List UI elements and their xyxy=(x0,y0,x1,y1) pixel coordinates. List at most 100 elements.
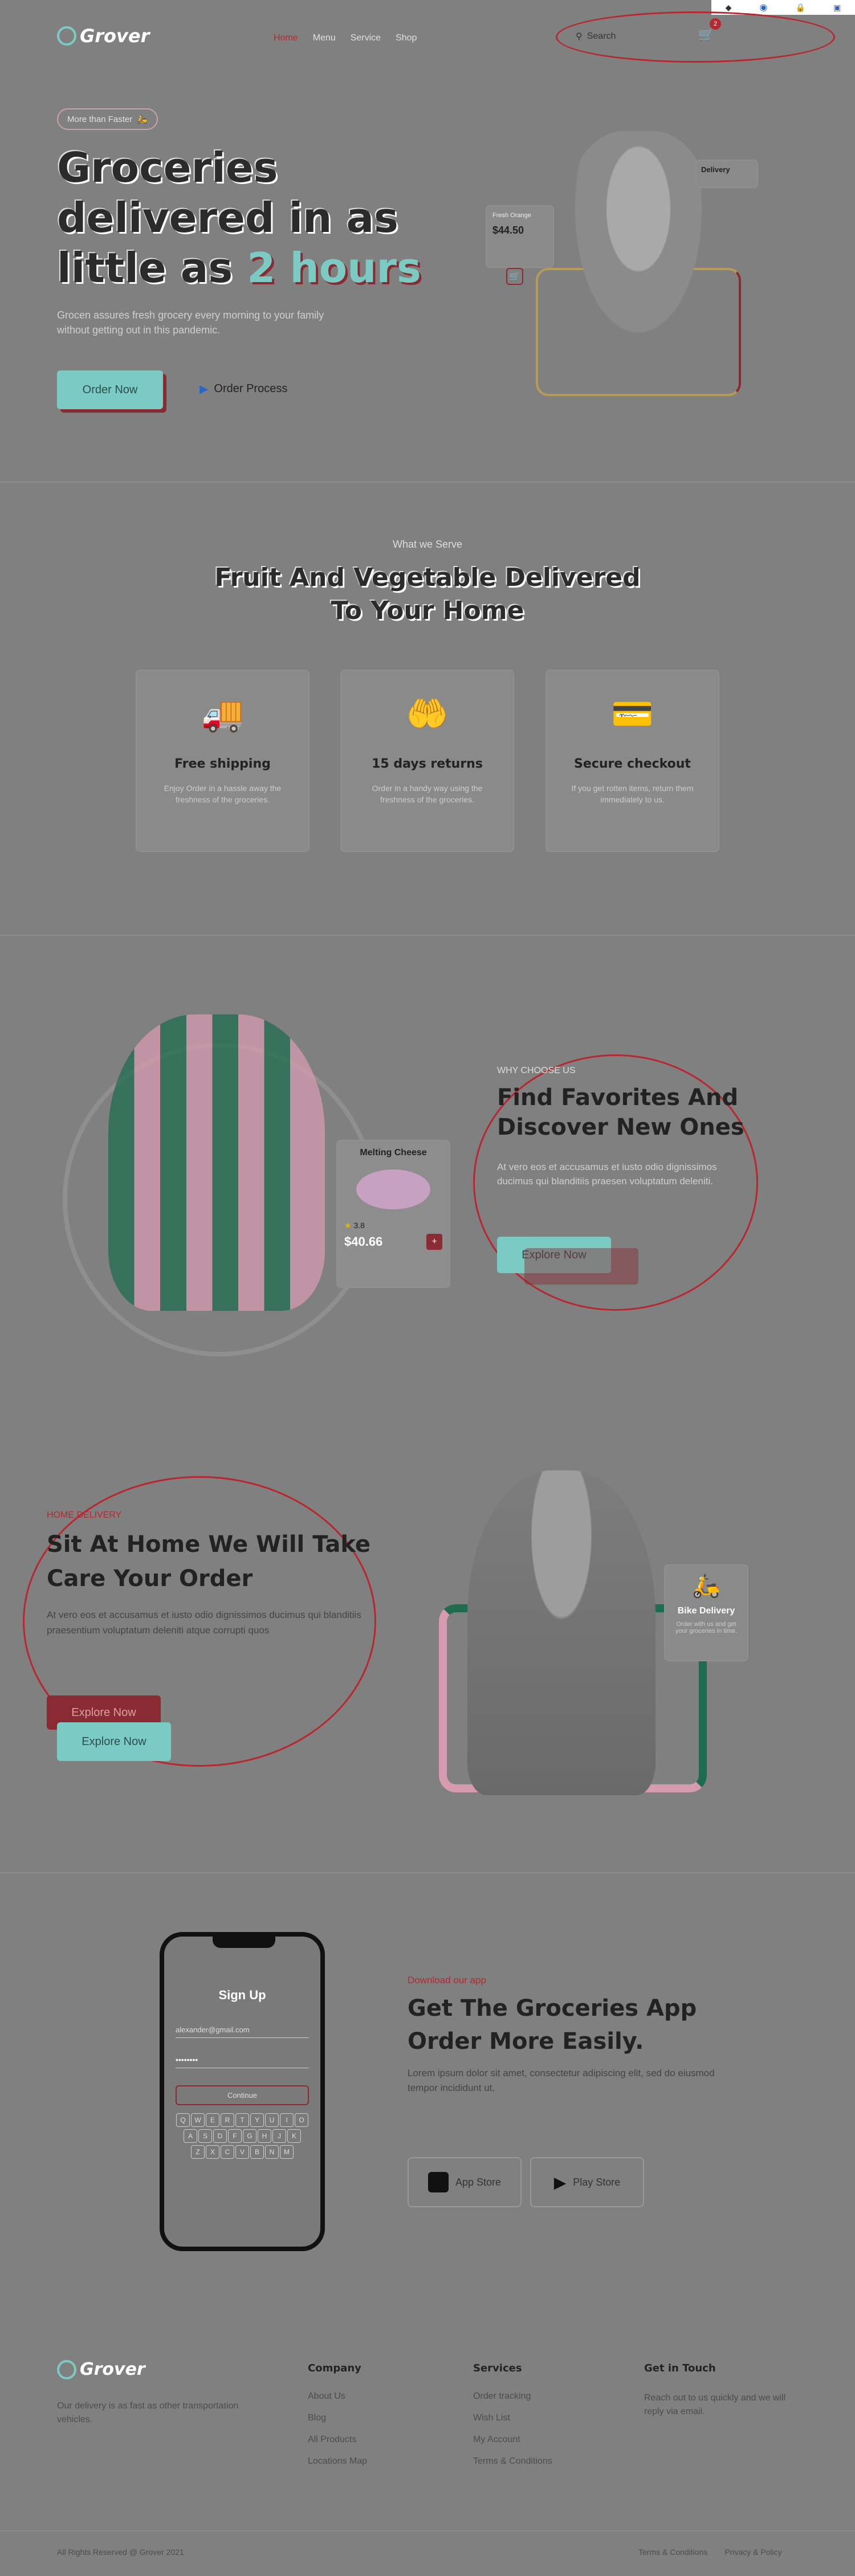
add-to-cart-icon[interactable]: + xyxy=(426,1234,442,1250)
keyboard-row: QWERTYUIO xyxy=(176,2113,309,2127)
footer-link[interactable]: Locations Map xyxy=(308,2456,367,2467)
play-icon: ▶ xyxy=(199,383,209,396)
footer-logo[interactable]: Grover xyxy=(57,2359,145,2379)
delivery-title-line1: Sit At Home We Will Take xyxy=(47,1531,370,1558)
hero-chef-image xyxy=(564,131,712,353)
services-title-line2: To Your Home xyxy=(331,596,524,625)
divider xyxy=(0,1872,855,1873)
divider xyxy=(0,935,855,936)
key[interactable]: J xyxy=(272,2129,286,2143)
key[interactable]: N xyxy=(265,2145,279,2159)
key[interactable]: I xyxy=(280,2113,294,2127)
product-card-title: Fresh Orange xyxy=(492,212,531,219)
footer-col-title: Get in Touch xyxy=(644,2362,716,2374)
footer-link[interactable]: About Us xyxy=(308,2391,367,2402)
nav-home[interactable]: Home xyxy=(274,33,298,43)
hero-title-line2: delivered in as xyxy=(57,194,398,242)
star-icon: ★ xyxy=(344,1221,352,1230)
app-store-button[interactable]: App Store xyxy=(408,2157,522,2207)
footer-link[interactable]: Order tracking xyxy=(473,2391,552,2402)
footer-link[interactable]: Wish List xyxy=(473,2413,552,2423)
service-desc: If you get rotten items, return them imm… xyxy=(571,784,694,804)
key[interactable]: D xyxy=(213,2129,227,2143)
delivery-title-line2: Care Your Order xyxy=(47,1566,253,1592)
hero-badge: More than Faster 🛵 xyxy=(57,108,158,130)
delivery-eyebrow: HOME DELIVERY xyxy=(47,1510,122,1520)
choose-desc: At vero eos et accusamus et iusto odio d… xyxy=(497,1161,717,1187)
choose-explore-button-ghost xyxy=(524,1248,638,1285)
diamond-icon[interactable]: ◆ xyxy=(726,3,732,13)
key[interactable]: Z xyxy=(191,2145,205,2159)
extension-icon[interactable]: ▣ xyxy=(833,3,841,13)
phone-continue-button[interactable]: Continue xyxy=(176,2085,309,2105)
key[interactable]: A xyxy=(184,2129,197,2143)
logo[interactable]: Grover xyxy=(57,25,149,47)
logo-text: Grover xyxy=(80,25,150,47)
phone-title: Sign Up xyxy=(218,1988,266,2002)
terms-link[interactable]: Terms & Conditions xyxy=(638,2548,707,2557)
footer-col-title: Company xyxy=(308,2362,361,2374)
delivery-explore-button-teal[interactable]: Explore Now xyxy=(57,1722,171,1761)
key[interactable]: G xyxy=(243,2129,256,2143)
key[interactable]: E xyxy=(206,2113,219,2127)
phone-email-field[interactable]: alexander@gmail.com xyxy=(176,2025,309,2038)
footer-link[interactable]: My Account xyxy=(473,2435,552,2445)
key[interactable]: X xyxy=(206,2145,219,2159)
footer-link[interactable]: Terms & Conditions xyxy=(473,2456,552,2467)
key[interactable]: H xyxy=(258,2129,271,2143)
eye-icon[interactable]: ◉ xyxy=(759,2,767,13)
key[interactable]: F xyxy=(228,2129,242,2143)
order-now-button[interactable]: Order Now xyxy=(57,370,163,409)
hero-title-line1: Groceries xyxy=(57,144,278,191)
copyright: All Rights Reserved @ Grover 2021 xyxy=(57,2548,184,2557)
choose-title-line2: Discover New Ones xyxy=(497,1114,744,1140)
cart-icon: 🛒 xyxy=(698,27,714,42)
phone-keyboard: QWERTYUIO ASDFGHJK ZXCVBNM xyxy=(176,2113,309,2159)
bike-delivery-card: 🛵 Bike Delivery Order with us and get yo… xyxy=(664,1564,748,1661)
phone-password-field[interactable]: •••••••• xyxy=(176,2055,309,2068)
play-store-icon: ▶ xyxy=(553,2173,567,2191)
key[interactable]: O xyxy=(295,2113,308,2127)
services-title: Fruit And Vegetable Delivered To Your Ho… xyxy=(0,561,855,627)
service-desc: Order in a handy way using the freshness… xyxy=(372,784,483,804)
hero-title-line3: little as 2 hours xyxy=(57,243,421,293)
key[interactable]: Q xyxy=(176,2113,190,2127)
delivery-title: Sit At Home We Will Take Care Your Order xyxy=(47,1527,370,1596)
privacy-link[interactable]: Privacy & Policy xyxy=(724,2548,781,2557)
service-card-checkout: 💳 Secure checkout If you get rotten item… xyxy=(545,670,719,852)
key[interactable]: K xyxy=(287,2129,301,2143)
play-store-button[interactable]: ▶ Play Store xyxy=(530,2157,644,2207)
footer-logo-text: Grover xyxy=(80,2359,145,2379)
delivery-desc: At vero eos et accusamus et iusto odio d… xyxy=(47,1609,361,1636)
footer-link[interactable]: All Products xyxy=(308,2435,367,2445)
key[interactable]: B xyxy=(250,2145,264,2159)
lock-icon[interactable]: 🔒 xyxy=(796,3,805,13)
hero-title: Groceries delivered in as little as 2 ho… xyxy=(57,142,421,293)
footer-link[interactable]: Blog xyxy=(308,2413,367,2423)
key[interactable]: V xyxy=(235,2145,249,2159)
order-process-link[interactable]: ▶ Order Process xyxy=(199,382,287,396)
key[interactable]: Y xyxy=(250,2113,264,2127)
chef-image xyxy=(467,1470,656,1795)
choose-title-line1: Find Favorites And xyxy=(497,1085,739,1111)
order-process-label: Order Process xyxy=(214,382,288,395)
key[interactable]: W xyxy=(191,2113,205,2127)
cart-icon-small[interactable]: 🛒 xyxy=(506,268,523,285)
services-title-line1: Fruit And Vegetable Delivered xyxy=(214,563,641,592)
hero-product-card: Fresh Orange $44.50 xyxy=(486,205,554,268)
footer-about: Our delivery is as fast as other transpo… xyxy=(57,2401,239,2424)
nav-service[interactable]: Service xyxy=(351,33,381,43)
key[interactable]: R xyxy=(221,2113,234,2127)
key[interactable]: C xyxy=(221,2145,234,2159)
key[interactable]: S xyxy=(198,2129,212,2143)
app-title-line2: Order More Easily. xyxy=(408,2028,644,2055)
app-title-line1: Get The Groceries App xyxy=(408,1995,697,2021)
nav-menu[interactable]: Menu xyxy=(313,33,336,43)
key[interactable]: U xyxy=(265,2113,279,2127)
nav-shop[interactable]: Shop xyxy=(396,33,417,43)
cart-button[interactable]: 🛒 2 xyxy=(698,18,721,42)
search-button[interactable]: ⚲ Search xyxy=(576,31,616,42)
footer-col-services: Services Order tracking Wish List My Acc… xyxy=(473,2362,552,2478)
key[interactable]: T xyxy=(235,2113,249,2127)
key[interactable]: M xyxy=(280,2145,294,2159)
